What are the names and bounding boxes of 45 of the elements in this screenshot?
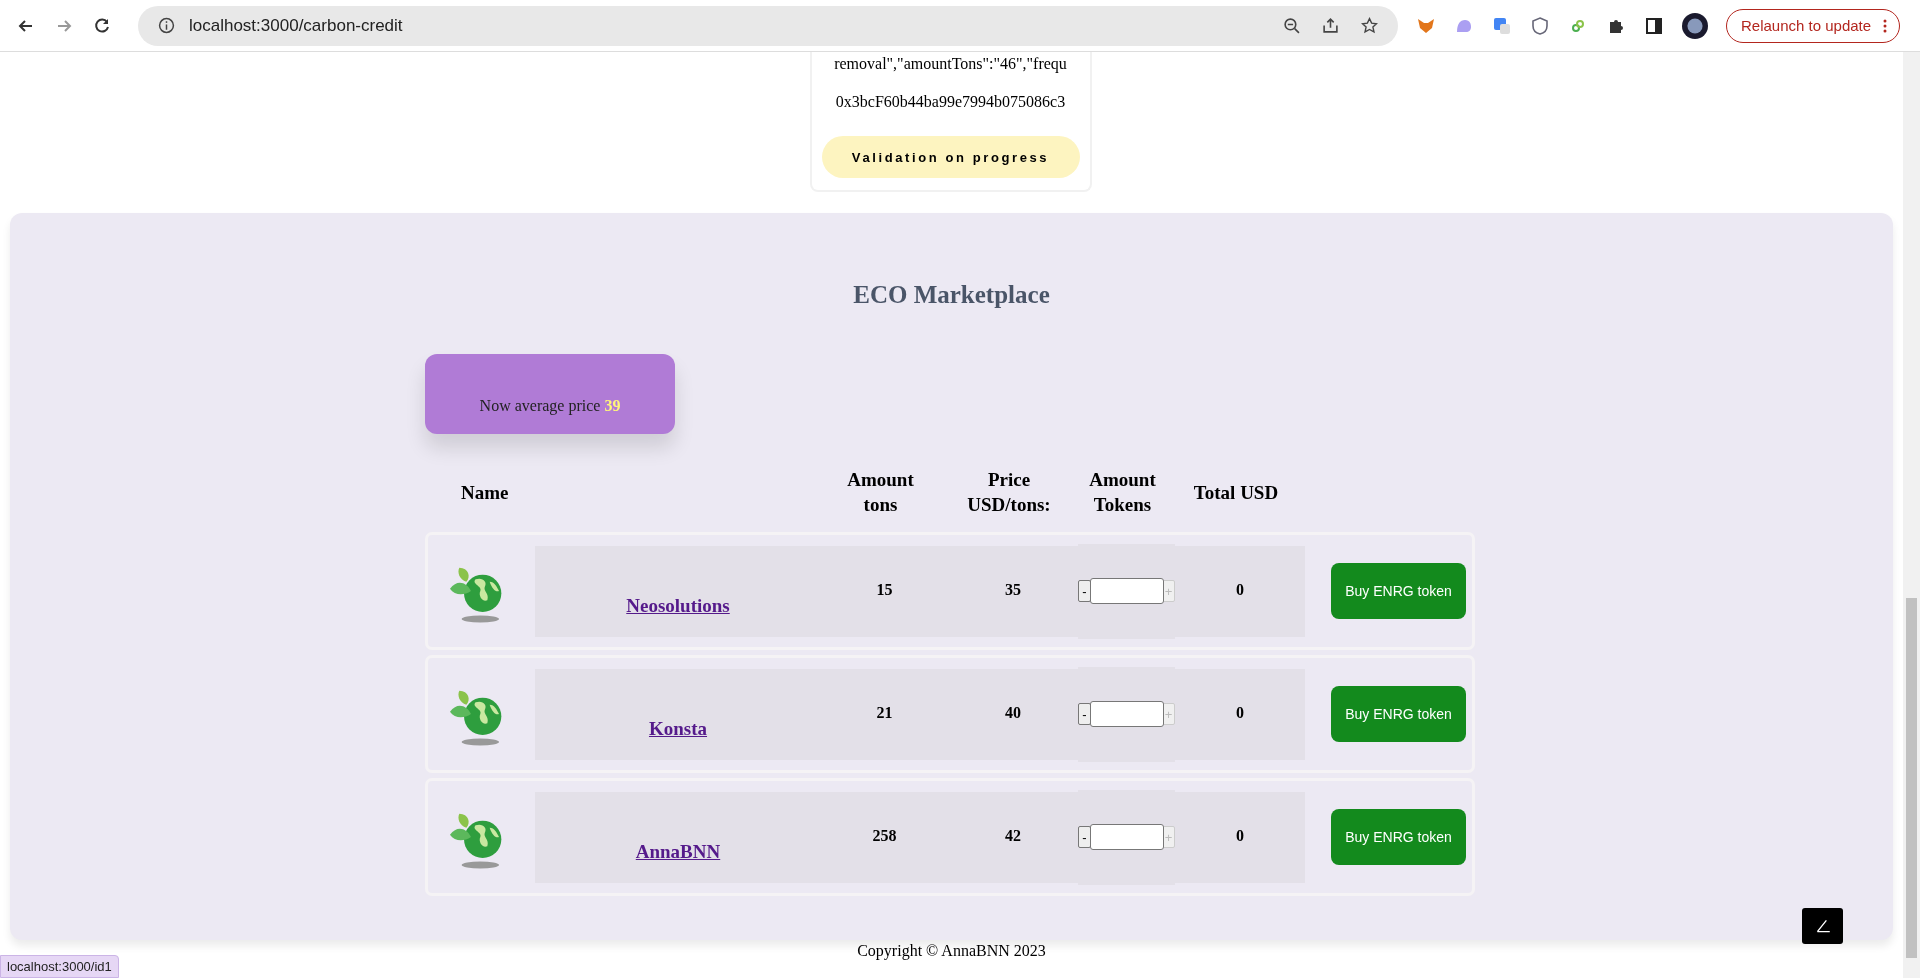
- relaunch-button[interactable]: Relaunch to update: [1726, 8, 1901, 43]
- seller-link[interactable]: Neosolutions: [626, 594, 730, 617]
- column-header: Amount tons: [846, 468, 915, 517]
- seller-link[interactable]: Konsta: [648, 717, 708, 740]
- corner-button[interactable]: [1802, 908, 1843, 944]
- buy-button[interactable]: Buy ENRG token: [1331, 563, 1466, 619]
- star-icon[interactable]: [1361, 17, 1378, 34]
- share-icon[interactable]: [1322, 17, 1339, 34]
- amount-cell: 258: [821, 791, 948, 883]
- price-cell: 35: [948, 545, 1078, 637]
- seller-link[interactable]: AnnaBNN: [635, 840, 721, 863]
- buy-button[interactable]: Buy ENRG token: [1331, 686, 1466, 742]
- column-header: Amount Tokens: [1088, 468, 1157, 517]
- shield-icon[interactable]: [1530, 15, 1550, 36]
- amount-cell: 15: [821, 545, 948, 637]
- column-header: Name: [461, 480, 509, 505]
- info-icon[interactable]: [158, 17, 175, 34]
- avatar-icon[interactable]: [1682, 12, 1708, 39]
- sidebar-icon[interactable]: [1644, 15, 1664, 36]
- request-text: 0x3bcF60b44ba99e7994b075086c3: [835, 92, 1066, 112]
- url-text: localhost:3000/carbon-credit: [189, 15, 403, 36]
- marketplace-title: ECO Marketplace: [853, 280, 1050, 310]
- token-amount-field[interactable]: [1090, 701, 1164, 727]
- token-amount-field[interactable]: [1090, 824, 1164, 850]
- total-cell: 0: [1175, 791, 1305, 883]
- buy-button[interactable]: Buy ENRG token: [1331, 809, 1466, 865]
- total-cell: 0: [1175, 668, 1305, 760]
- more-icon[interactable]: [1883, 18, 1888, 33]
- translate-icon[interactable]: [1492, 15, 1512, 36]
- total-cell: 0: [1175, 545, 1305, 637]
- address-bar[interactable]: localhost:3000/carbon-credit: [138, 5, 1398, 46]
- amount-cell: 21: [821, 668, 948, 760]
- scroll-thumb[interactable]: [1906, 598, 1917, 958]
- scrollbar[interactable]: [1903, 52, 1920, 978]
- column-header: Total USD: [1192, 480, 1280, 505]
- copyright-text: Copyright © AnnaBNN 2023: [857, 941, 1046, 961]
- link-status-bar: localhost:3000/id1: [0, 955, 119, 978]
- column-header: Price USD/tons:: [966, 468, 1052, 517]
- status-badge: Validation on progress: [821, 136, 1080, 178]
- request-text: removal","amountTons":"46","frequ: [834, 54, 1067, 74]
- price-cell: 42: [948, 791, 1078, 883]
- average-price-text: Now average price 39: [479, 397, 621, 415]
- price-cell: 40: [948, 668, 1078, 760]
- zoom-out-icon[interactable]: [1283, 17, 1300, 34]
- token-amount-field[interactable]: [1090, 578, 1164, 604]
